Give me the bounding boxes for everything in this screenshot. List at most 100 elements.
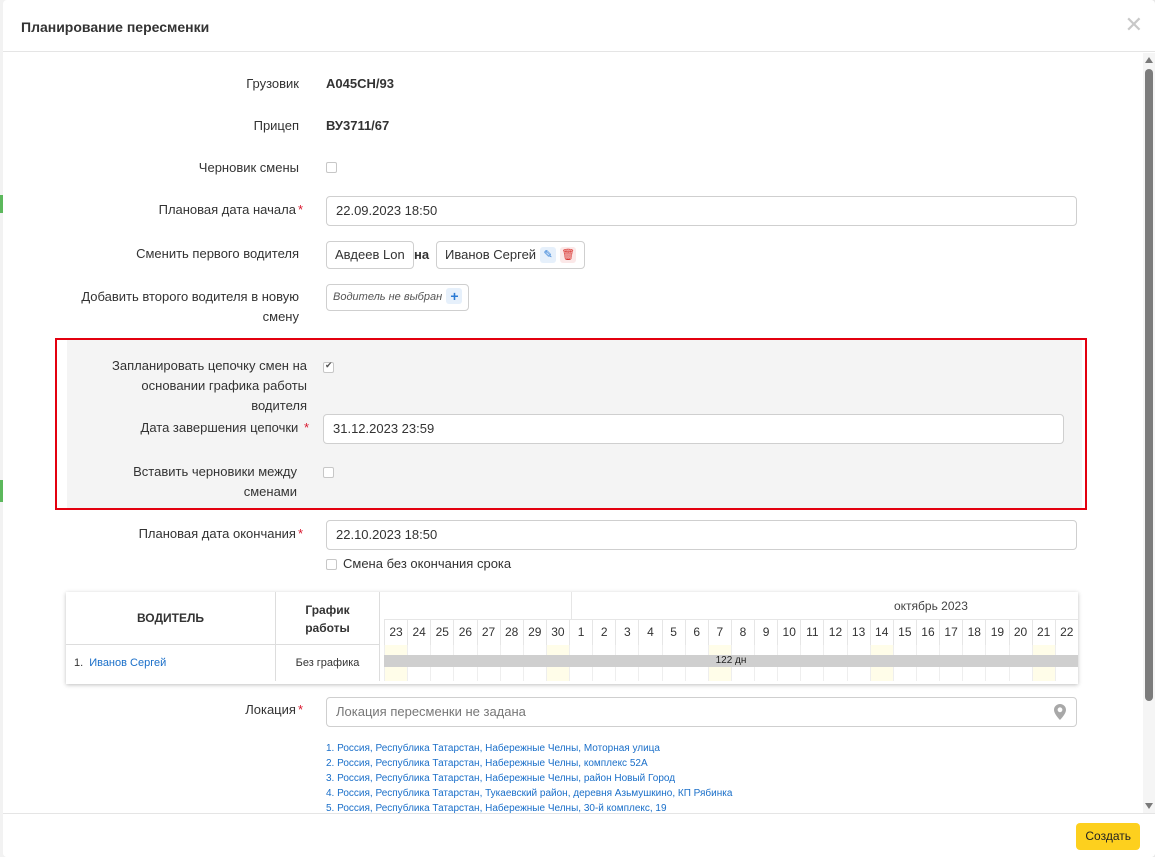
chain-planning-panel: Запланировать цепочку смен на основании … [67, 340, 1082, 508]
trailer-value: ВУ3711/67 [326, 118, 390, 133]
driver-link[interactable]: Иванов Сергей [89, 657, 166, 669]
day-header: 28 [499, 620, 523, 645]
modal-title: Планирование пересменки [21, 19, 210, 35]
day-header: 9 [754, 620, 777, 645]
required-mark: * [303, 420, 309, 435]
day-header: 19 [985, 620, 1008, 645]
chain-end-label-text: Дата завершения цепочки [140, 420, 299, 435]
day-header: 22 [1054, 620, 1078, 645]
location-label-text: Локация [245, 702, 296, 717]
scroll-up-icon[interactable] [1145, 57, 1153, 63]
plan-chain-label-line1: Запланировать цепочку смен на [112, 358, 307, 373]
trailer-label: Прицеп [253, 118, 299, 133]
day-header: 24 [407, 620, 430, 645]
planned-end-label: Плановая дата окончания * [63, 524, 303, 544]
day-header: 7 [707, 620, 731, 645]
col-schedule-header: График работы [276, 592, 380, 645]
insert-drafts-label: Вставить черновики между сменами [133, 464, 297, 499]
chain-end-input[interactable]: 31.12.2023 23:59 [323, 414, 1064, 444]
day-header: 15 [892, 620, 916, 645]
driver-connector: на [414, 247, 430, 262]
day-header: 23 [384, 620, 407, 645]
no-end-label: Смена без окончания срока [343, 556, 512, 571]
plan-chain-checkbox[interactable] [323, 360, 334, 373]
scrollbar-thumb[interactable] [1145, 69, 1153, 701]
row-schedule: Без графика [276, 645, 380, 681]
day-header: 27 [476, 620, 500, 645]
col-schedule-line1: График [305, 603, 350, 617]
modal-header: Планирование пересменки ✕ [3, 0, 1155, 52]
planned-start-label: Плановая дата начала * [63, 200, 303, 220]
current-driver-chip[interactable]: Авдеев Lon [326, 241, 414, 269]
location-suggestion[interactable]: 2. Россия, Республика Татарстан, Набереж… [326, 756, 732, 771]
modal-footer: Создать [3, 813, 1155, 857]
planned-start-label-text: Плановая дата начала [158, 202, 296, 217]
month-label: октябрь 2023 [894, 599, 968, 613]
day-header: 6 [684, 620, 708, 645]
day-header: 11 [800, 620, 823, 645]
col-schedule-line2: работы [305, 621, 350, 635]
modal-body: Грузовик А045СН/93 Прицеп ВУ3711/67 Черн… [3, 53, 1143, 813]
insert-drafts-checkbox[interactable] [323, 467, 334, 478]
create-button[interactable]: Создать [1076, 823, 1140, 850]
day-header: 16 [915, 620, 939, 645]
scrollbar[interactable] [1143, 53, 1155, 813]
second-driver-placeholder: Водитель не выбран [333, 291, 443, 303]
location-suggestion[interactable]: 4. Россия, Республика Татарстан, Тукаевс… [326, 786, 732, 801]
schedule-timeline: ВОДИТЕЛЬ График работы октябрь 2023 23 24… [66, 592, 1078, 684]
day-header: 3 [615, 620, 638, 645]
required-mark: * [297, 702, 303, 717]
row-index: 1. [74, 657, 84, 669]
day-header: 26 [453, 620, 476, 645]
planned-end-input[interactable]: 22.10.2023 18:50 [326, 520, 1077, 550]
day-header: 21 [1031, 620, 1055, 645]
add-second-driver-label-line2: смену [262, 309, 299, 324]
day-header: 1 [569, 620, 592, 645]
location-suggestions: 1. Россия, Республика Татарстан, Набереж… [326, 741, 732, 813]
location-label: Локация * [123, 700, 303, 720]
new-driver-chip: Иванов Сергей ✎ 🗑 [436, 241, 586, 269]
second-driver-picker[interactable]: Водитель не выбран + [326, 284, 470, 311]
required-mark: * [297, 526, 303, 541]
day-header: 10 [777, 620, 800, 645]
day-header: 29 [522, 620, 546, 645]
change-first-driver-label: Сменить первого водителя [136, 246, 299, 261]
required-mark: * [297, 202, 303, 217]
day-header: 2 [592, 620, 615, 645]
planned-start-input[interactable]: 22.09.2023 18:50 [326, 196, 1077, 226]
close-icon[interactable]: ✕ [1125, 14, 1143, 36]
draft-shift-label: Черновик смены [198, 160, 299, 175]
chain-end-label: Дата завершения цепочки * [87, 418, 309, 438]
location-suggestion[interactable]: 3. Россия, Республика Татарстан, Набереж… [326, 771, 732, 786]
day-header: 17 [939, 620, 962, 645]
day-header: 20 [1008, 620, 1032, 645]
location-placeholder: Локация пересменки не задана [336, 704, 526, 719]
day-header: 4 [638, 620, 661, 645]
planned-end-label-text: Плановая дата окончания [138, 526, 296, 541]
plan-chain-label-line2: основании графика работы водителя [141, 378, 307, 413]
chain-planning-section: Запланировать цепочку смен на основании … [55, 338, 1087, 510]
map-pin-icon[interactable] [1054, 704, 1066, 720]
location-input[interactable]: Локация пересменки не задана [326, 697, 1077, 727]
plus-icon[interactable]: + [446, 288, 463, 305]
day-header: 13 [846, 620, 870, 645]
plan-chain-label: Запланировать цепочку смен на основании … [87, 356, 307, 416]
day-header: 14 [869, 620, 893, 645]
no-end-checkbox[interactable] [326, 559, 337, 570]
day-header: 5 [661, 620, 685, 645]
day-header: 8 [730, 620, 754, 645]
location-suggestion[interactable]: 5. Россия, Республика Татарстан, Набереж… [326, 801, 732, 813]
shift-duration-bar[interactable]: 122 дн [384, 655, 1078, 667]
truck-label: Грузовик [246, 76, 299, 91]
draft-shift-checkbox[interactable] [326, 162, 337, 173]
month-divider [571, 592, 572, 620]
location-suggestion[interactable]: 1. Россия, Республика Татарстан, Набереж… [326, 741, 732, 756]
truck-value: А045СН/93 [326, 76, 394, 91]
add-second-driver-label: Добавить второго водителя в новую смену [63, 287, 299, 327]
day-header: 25 [430, 620, 453, 645]
day-header: 12 [823, 620, 846, 645]
trash-icon[interactable]: 🗑 [560, 246, 577, 263]
edit-icon[interactable]: ✎ [540, 246, 557, 263]
col-driver-header: ВОДИТЕЛЬ [66, 592, 276, 645]
scroll-down-icon[interactable] [1145, 803, 1153, 809]
